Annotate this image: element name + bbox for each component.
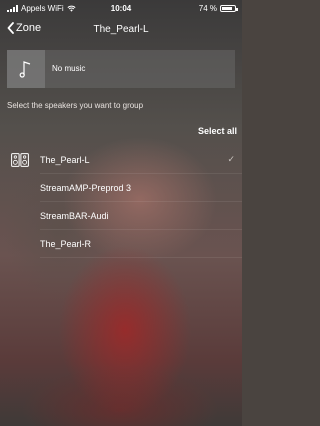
speaker-row-the-pearl-r[interactable]: The_Pearl-R xyxy=(0,230,242,258)
status-right: 74 % xyxy=(198,4,238,13)
speaker-row-streambar-audi[interactable]: StreamBAR-Audi xyxy=(0,202,242,230)
checkmark-icon: ✓ xyxy=(227,154,235,164)
now-playing-text: No music xyxy=(52,64,86,73)
music-note-icon xyxy=(19,61,31,78)
speaker-name: The_Pearl-L xyxy=(40,155,90,165)
speaker-name: The_Pearl-R xyxy=(40,239,92,249)
speaker-row-streamamp-preprod-3[interactable]: StreamAMP-Preprod 3 xyxy=(0,174,242,202)
album-art xyxy=(7,50,45,88)
speaker-row-the-pearl-l[interactable]: The_Pearl-L ✓ xyxy=(0,146,242,174)
speaker-list: The_Pearl-L ✓ StreamAMP-Preprod 3 Stream… xyxy=(0,146,242,258)
speaker-name: StreamAMP-Preprod 3 xyxy=(40,183,132,193)
navigation-bar: Zone The_Pearl-L xyxy=(0,20,242,42)
battery-percent: 74 % xyxy=(198,4,217,13)
now-playing-bar[interactable]: No music xyxy=(7,50,235,88)
speaker-icon xyxy=(11,153,29,167)
speaker-name: StreamBAR-Audi xyxy=(40,211,109,221)
status-bar: Appels WiFi 10:04 74 % xyxy=(0,0,242,18)
select-all-button[interactable]: Select all xyxy=(198,126,237,136)
battery-icon xyxy=(220,5,238,12)
divider xyxy=(40,257,242,258)
page-title: The_Pearl-L xyxy=(93,24,149,35)
group-instruction: Select the speakers you want to group xyxy=(7,101,144,110)
